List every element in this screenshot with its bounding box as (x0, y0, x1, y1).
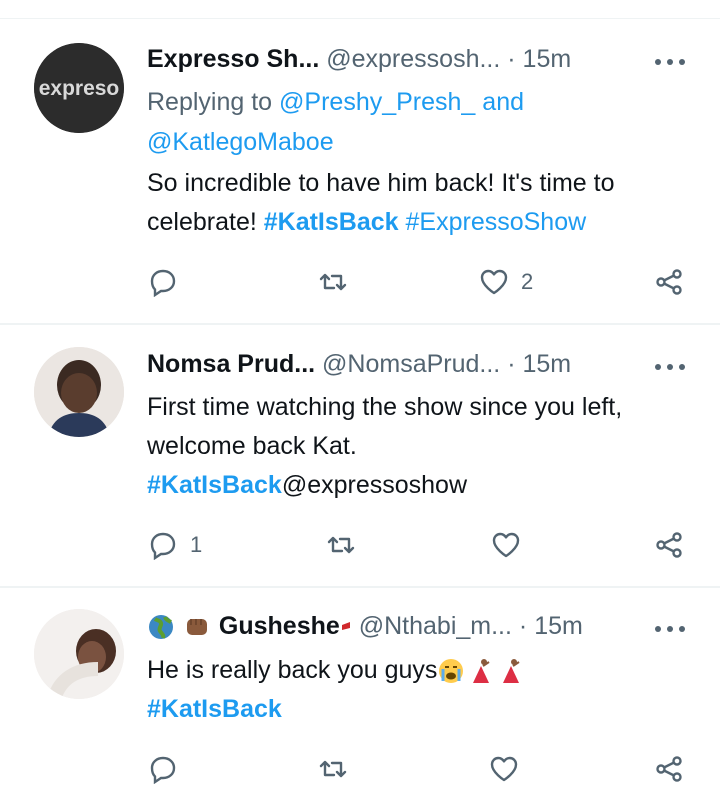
avatar[interactable]: expreso (34, 43, 124, 133)
mention-link[interactable]: @Preshy_Presh_ (279, 88, 475, 116)
share-button[interactable] (654, 528, 684, 562)
tweet-text-line: First time watching the show since you l… (147, 393, 623, 421)
retweet-icon (319, 273, 347, 291)
more-options-icon[interactable] (650, 357, 690, 377)
reply-icon (150, 532, 176, 560)
tweet-text: He is really back you guys (147, 656, 438, 684)
like-count: 2 (521, 269, 534, 294)
share-icon (656, 532, 682, 558)
display-name[interactable]: Nomsa Prud... (147, 350, 315, 378)
avatar[interactable] (34, 347, 124, 437)
share-button[interactable] (654, 752, 684, 786)
tweet-text: celebrate! (147, 208, 264, 236)
tweet-text-line: So incredible to have him back! It's tim… (147, 169, 615, 197)
replying-to-label: Replying to (147, 88, 280, 116)
tweet-header: Gusheshe @Nthabi_m... · 15m (147, 612, 583, 648)
retweet-icon (319, 760, 347, 778)
separator-dot: · (518, 612, 528, 640)
reply-button[interactable]: 1 (148, 528, 202, 562)
more-options-icon[interactable] (650, 619, 690, 639)
tweet-text-line: #KatIsBack (147, 694, 282, 724)
avatar[interactable] (34, 609, 124, 699)
tweet-text-line: welcome back Kat. (147, 432, 357, 460)
separator-dot: · (507, 350, 516, 378)
retweet-icon (327, 536, 355, 554)
mention-link[interactable]: @KatlegoMaboe (147, 128, 334, 156)
display-name[interactable]: Gusheshe (219, 612, 340, 640)
heart-icon (490, 756, 518, 782)
tweet-header: Nomsa Prud... @NomsaPrud... · 15m (147, 350, 571, 386)
like-button[interactable] (489, 752, 519, 786)
tweet-gusheshe[interactable]: Gusheshe @Nthabi_m... · 15m He is really… (0, 588, 720, 784)
share-button[interactable] (654, 265, 684, 299)
hashtag-link[interactable]: #KatIsBack (147, 695, 282, 723)
reply-context: Replying to @Preshy_Presh_ and (147, 87, 524, 117)
reply-icon (150, 269, 176, 297)
user-handle[interactable]: @NomsaPrud... (322, 350, 500, 378)
hashtag-link[interactable]: #ExpressoShow (406, 208, 587, 236)
user-handle[interactable]: @expressosh... (326, 45, 500, 73)
svg-text:expreso: expreso (39, 77, 120, 100)
crying-face-emoji-icon (439, 659, 464, 684)
share-icon (656, 269, 682, 295)
mention-text[interactable]: @expressoshow (282, 471, 467, 499)
like-button[interactable] (491, 528, 533, 562)
heart-icon (480, 269, 508, 295)
retweet-button[interactable] (318, 752, 348, 786)
flag-emoji-icon (341, 622, 350, 636)
raised-fist-emoji-icon (186, 619, 207, 636)
tweet-expresso[interactable]: expreso Expresso Sh... @expressosh... · … (0, 0, 720, 325)
globe-emoji-icon (149, 615, 173, 640)
dancer-emoji-icon (473, 659, 490, 684)
tweet-text-line: #KatIsBack@expressoshow (147, 470, 467, 500)
tweet-text-line: celebrate! #KatIsBack #ExpressoShow (147, 207, 586, 237)
separator-dot: · (507, 45, 516, 73)
share-icon (656, 756, 682, 782)
reply-and: and (475, 88, 525, 116)
retweet-button[interactable] (326, 528, 368, 562)
reply-button[interactable] (148, 265, 190, 299)
tweet-nomsa[interactable]: Nomsa Prud... @NomsaPrud... · 15m First … (0, 325, 720, 587)
heart-icon (492, 532, 520, 558)
timestamp[interactable]: 15m (523, 350, 572, 378)
display-name[interactable]: Expresso Sh... (147, 45, 319, 73)
timestamp[interactable]: 15m (534, 612, 583, 640)
reply-count: 1 (190, 532, 203, 557)
profile-photo (34, 609, 124, 699)
timestamp[interactable]: 15m (523, 45, 572, 73)
user-handle[interactable]: @Nthabi_m... (359, 612, 512, 640)
reply-icon (150, 756, 176, 784)
more-options-icon[interactable] (650, 52, 690, 72)
tweet-header: Expresso Sh... @expressosh... · 15m (147, 45, 571, 81)
tweet-text-line: He is really back you guys (147, 655, 525, 685)
like-button[interactable]: 2 (479, 265, 533, 299)
expresso-logo: expreso (34, 43, 124, 133)
reply-button[interactable] (148, 752, 178, 786)
hashtag-link[interactable]: #KatIsBack (147, 471, 282, 499)
profile-photo (34, 347, 124, 437)
retweet-button[interactable] (318, 265, 360, 299)
dancer-emoji-icon (503, 659, 520, 684)
reply-context-line2: @KatlegoMaboe (147, 127, 334, 157)
hashtag-link[interactable]: #KatIsBack (264, 208, 399, 236)
